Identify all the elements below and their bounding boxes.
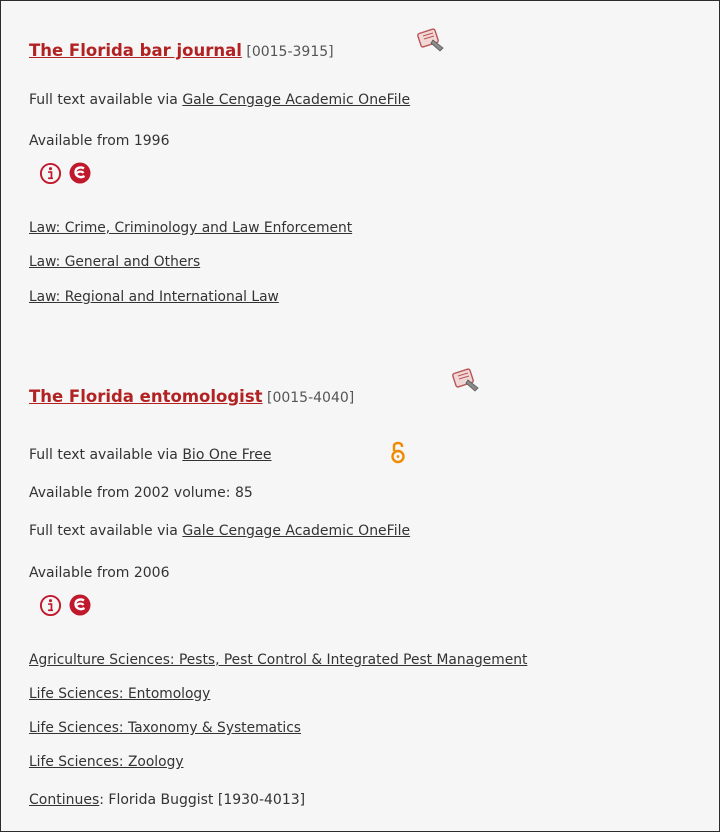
open-access-icon: [390, 439, 406, 469]
sfx-icon[interactable]: [68, 161, 92, 189]
full-text-prefix: Full text available via: [29, 447, 178, 463]
full-text-prefix: Full text available via: [29, 523, 178, 539]
record-actions: [39, 161, 92, 189]
subject-link[interactable]: Law: General and Others: [29, 254, 200, 270]
results-panel: The Florida bar journal [0015-3915] Full…: [0, 0, 720, 832]
continues-text: : Florida Buggist [1930-4013]: [99, 792, 306, 808]
availability-text: Available from 1996: [29, 133, 170, 149]
info-icon[interactable]: [39, 594, 62, 621]
journal-title-link[interactable]: The Florida entomologist: [29, 387, 263, 406]
subject-link[interactable]: Agriculture Sciences: Pests, Pest Contro…: [29, 652, 527, 668]
subject-link[interactable]: Law: Crime, Criminology and Law Enforcem…: [29, 220, 352, 236]
provider-link[interactable]: Gale Cengage Academic OneFile: [182, 92, 410, 108]
full-text-prefix: Full text available via: [29, 92, 178, 108]
full-text-line: Full text available via Gale Cengage Aca…: [29, 523, 410, 540]
sfx-icon[interactable]: [68, 593, 92, 621]
journal-title-link[interactable]: The Florida bar journal: [29, 41, 242, 60]
citation-linker-icon[interactable]: [451, 367, 481, 397]
record-title-line: The Florida entomologist [0015-4040]: [29, 387, 354, 406]
subject-link[interactable]: Law: Regional and International Law: [29, 289, 279, 305]
full-text-line: Full text available via Gale Cengage Aca…: [29, 92, 410, 109]
continues-line: Continues: Florida Buggist [1930-4013]: [29, 792, 305, 809]
full-text-line: Full text available via Bio One Free: [29, 447, 272, 464]
issn: [0015-3915]: [246, 44, 334, 60]
provider-link[interactable]: Gale Cengage Academic OneFile: [182, 523, 410, 539]
subject-link[interactable]: Life Sciences: Entomology: [29, 686, 210, 702]
info-icon[interactable]: [39, 162, 62, 189]
subject-link[interactable]: Life Sciences: Zoology: [29, 754, 184, 770]
record-title-line: The Florida bar journal [0015-3915]: [29, 41, 334, 60]
provider-link[interactable]: Bio One Free: [182, 447, 271, 463]
subject-link[interactable]: Life Sciences: Taxonomy & Systematics: [29, 720, 301, 736]
availability-text: Available from 2002 volume: 85: [29, 485, 253, 501]
citation-linker-icon[interactable]: [416, 27, 446, 57]
availability-text: Available from 2006: [29, 565, 170, 581]
issn: [0015-4040]: [267, 390, 355, 406]
record-actions: [39, 593, 92, 621]
continues-link[interactable]: Continues: [29, 792, 99, 808]
